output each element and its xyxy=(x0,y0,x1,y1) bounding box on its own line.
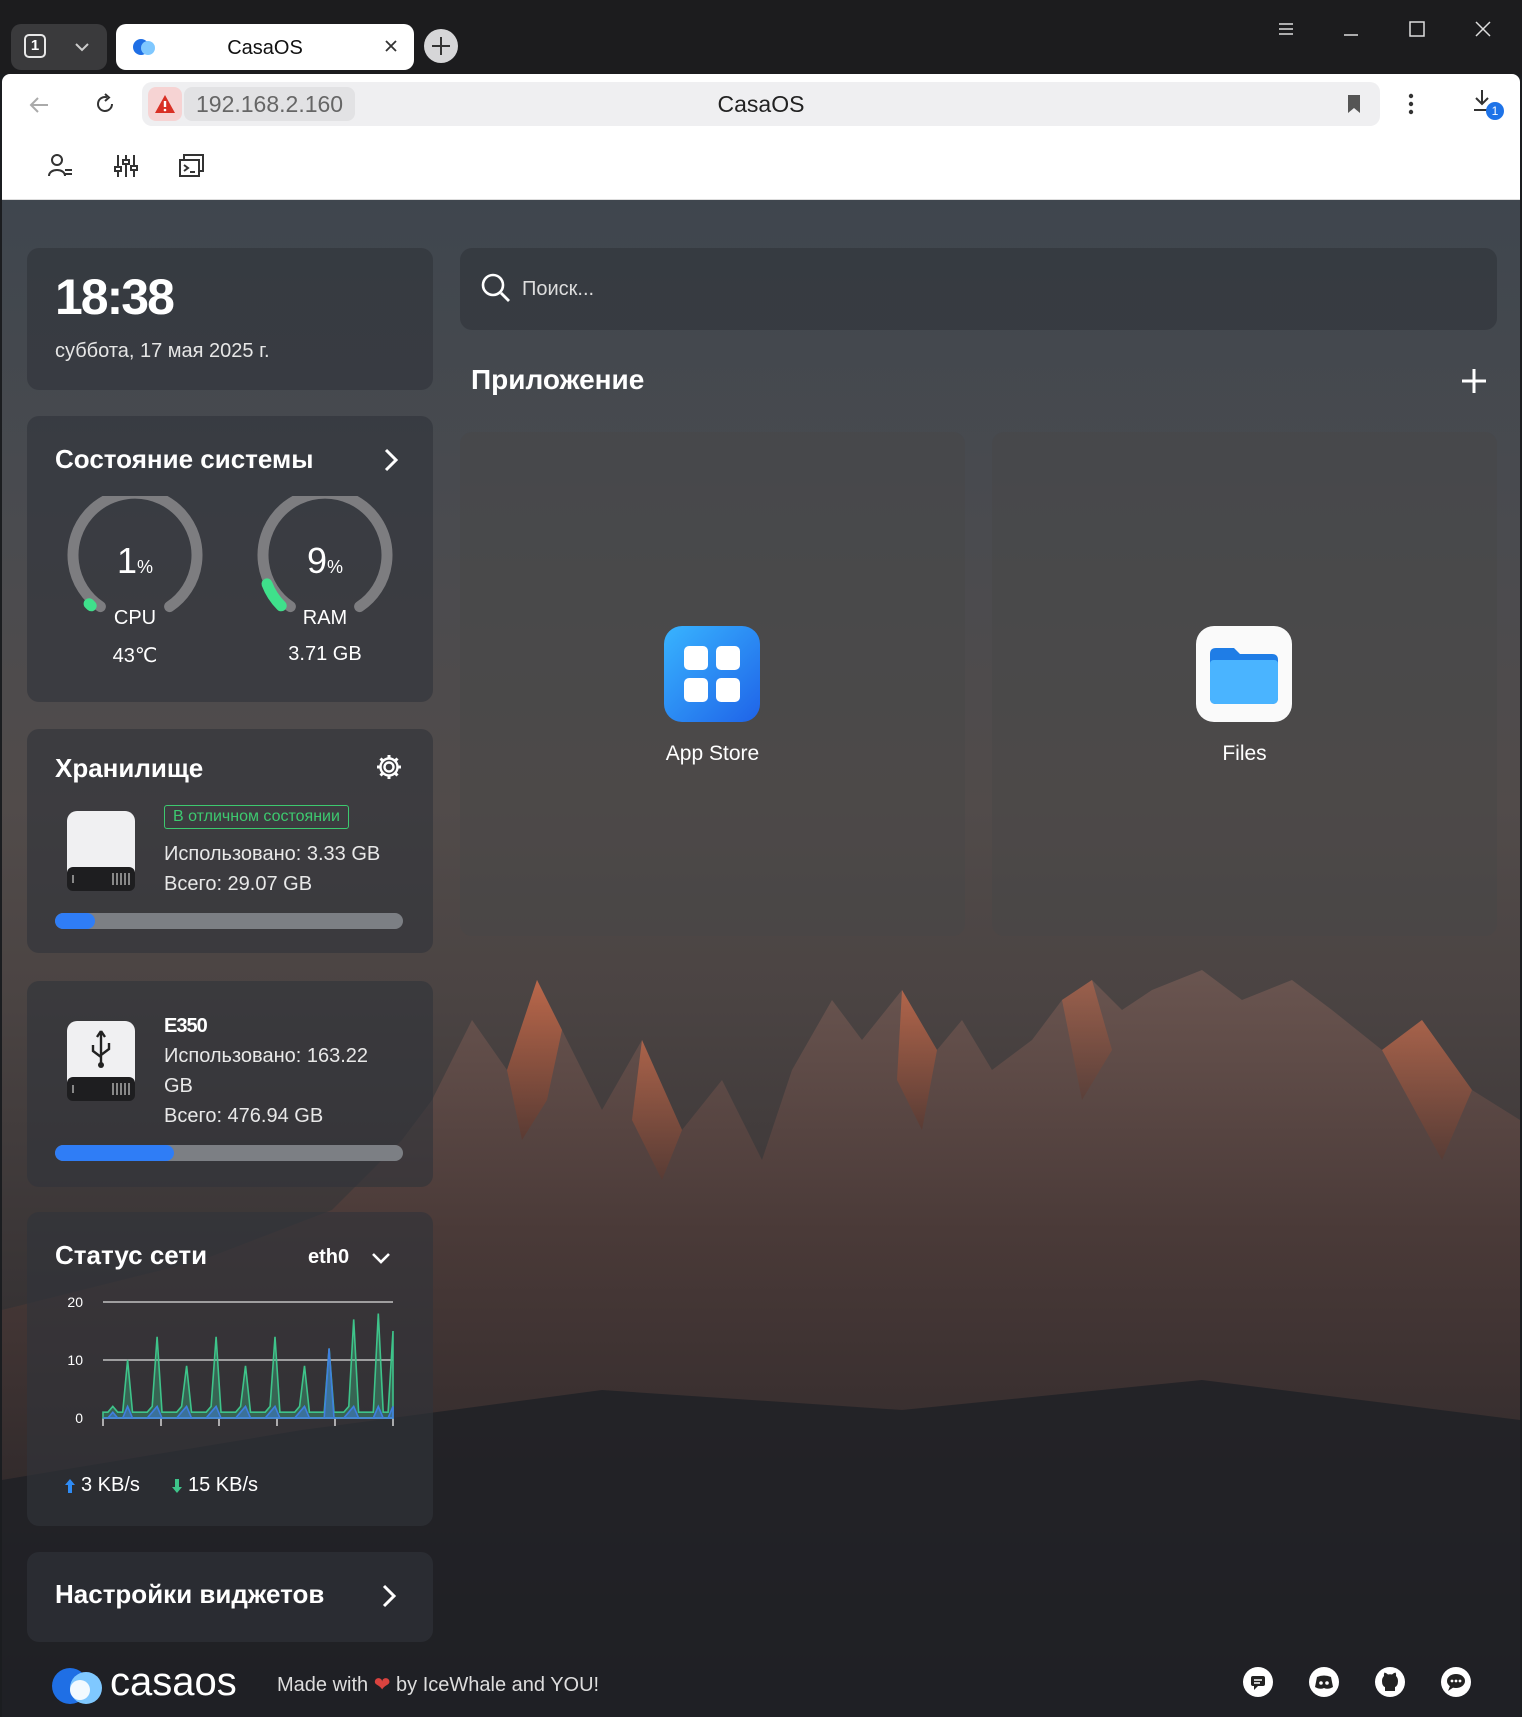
browser-tab-bar: 1 CasaOS xyxy=(0,0,1522,74)
chevron-down-icon[interactable] xyxy=(369,1246,393,1270)
ram-usage: 3.71 GB xyxy=(288,643,362,665)
cpu-value: 1% xyxy=(116,540,154,581)
chart-y-tick-label: 10 xyxy=(67,1352,83,1368)
casaos-logo-icon xyxy=(52,1668,102,1704)
settings-sliders-icon[interactable] xyxy=(112,152,140,180)
files-folder-icon xyxy=(1196,626,1292,722)
storage-widget: Хранилище В отличном состоянии Использов… xyxy=(27,729,433,953)
usb-drive-name: E350 xyxy=(164,1015,208,1037)
widget-settings-button[interactable]: Настройки виджетов xyxy=(27,1552,433,1642)
network-traffic-chart: 0 10 20 xyxy=(67,1294,394,1426)
storage-health-badge: В отличном состоянии xyxy=(164,805,349,829)
omnibox[interactable]: 192.168.2.160 CasaOS xyxy=(142,82,1380,126)
reload-icon[interactable] xyxy=(92,91,118,117)
storage-total: Всего: 29.07 GB xyxy=(164,873,313,895)
new-tab-button[interactable] xyxy=(424,29,458,63)
discord-icon[interactable] xyxy=(1308,1666,1340,1698)
community-chat-icon[interactable] xyxy=(1440,1666,1472,1698)
github-icon[interactable] xyxy=(1374,1666,1406,1698)
ram-gauge: 9% RAM 3.71 GB xyxy=(255,487,395,666)
app-name: Files xyxy=(1222,742,1267,765)
heart-icon: ❤ xyxy=(373,1674,391,1696)
ram-value: 9% xyxy=(306,540,344,581)
chevron-right-icon[interactable] xyxy=(379,446,403,474)
add-app-icon[interactable] xyxy=(1459,366,1489,396)
footer-brand: casaos xyxy=(110,1660,237,1704)
address-bar: 192.168.2.160 CasaOS 1 xyxy=(2,74,1520,134)
storage-usage-fill xyxy=(55,913,96,929)
gear-icon[interactable] xyxy=(375,753,403,781)
address-page-title: CasaOS xyxy=(717,91,805,117)
download-arrow-icon xyxy=(172,1479,182,1493)
footer-credits: Made with ❤ by IceWhale and YOU! xyxy=(277,1674,600,1696)
cpu-label: CPU xyxy=(113,607,157,629)
clock-date: суббота, 17 мая 2025 г. xyxy=(55,340,270,362)
usb-used-line2: GB xyxy=(164,1075,193,1097)
network-status-widget: Статус сети eth0 0 10 20 3 KB/s 15 KB/s xyxy=(27,1212,433,1526)
usb-total: Всего: 476.94 GB xyxy=(164,1105,324,1127)
downloads-button[interactable]: 1 xyxy=(1468,86,1508,122)
cpu-gauge-fill xyxy=(83,598,97,612)
tab-title: CasaOS xyxy=(227,37,303,59)
upload-arrow-icon xyxy=(65,1479,75,1493)
more-vert-icon[interactable] xyxy=(1398,91,1424,117)
app-tile-app-store[interactable]: App Store xyxy=(460,432,965,936)
app-tile-files[interactable]: Files xyxy=(992,432,1497,936)
cpu-temperature: 43℃ xyxy=(112,645,158,667)
minimize-icon[interactable] xyxy=(1340,18,1362,40)
system-status-title: Состояние системы xyxy=(55,444,314,474)
search-icon xyxy=(481,273,510,302)
footer: casaos Made with ❤ by IceWhale and YOU! xyxy=(2,1652,1520,1717)
storage-title: Хранилище xyxy=(55,753,204,783)
download-speed: 15 KB/s xyxy=(188,1474,259,1496)
storage-used: Использовано: 3.33 GB xyxy=(164,843,381,865)
close-icon[interactable] xyxy=(382,37,400,55)
ram-label: RAM xyxy=(302,607,348,629)
chart-series-area-download xyxy=(102,1313,394,1419)
window-close-icon[interactable] xyxy=(1472,18,1494,40)
widget-settings-title: Настройки виджетов xyxy=(55,1579,325,1609)
downloads-badge: 1 xyxy=(1486,102,1504,120)
feedback-chat-icon[interactable] xyxy=(1242,1666,1274,1698)
active-tab[interactable]: CasaOS xyxy=(116,24,414,70)
chevron-down-icon xyxy=(75,43,89,52)
cpu-gauge: 1% CPU 43℃ xyxy=(65,487,205,667)
plus-icon xyxy=(432,37,450,55)
clock-widget: 18:38 суббота, 17 мая 2025 г. xyxy=(27,248,433,390)
app-store-icon xyxy=(664,626,760,722)
usb-storage-widget: E350 Использовано: 163.22 GB Всего: 476.… xyxy=(27,981,433,1187)
usb-usage-fill xyxy=(55,1145,175,1161)
usb-used-line1: Использовано: 163.22 xyxy=(164,1045,369,1067)
terminal-icon[interactable] xyxy=(178,152,206,180)
storage-usage-bar xyxy=(55,913,403,929)
menu-icon[interactable] xyxy=(1275,18,1297,40)
maximize-icon[interactable] xyxy=(1406,18,1428,40)
tab-count: 1 xyxy=(24,34,46,58)
network-interface-select[interactable]: eth0 xyxy=(308,1246,349,1269)
search-input[interactable]: Поиск... xyxy=(522,278,594,301)
usb-drive-icon xyxy=(67,1021,135,1101)
usb-usage-bar xyxy=(55,1145,403,1161)
system-status-widget: Состояние системы 1% CPU 43℃ 9% RAM 3.71… xyxy=(27,416,433,702)
casaos-top-toolbar xyxy=(2,134,1520,200)
clock-time: 18:38 xyxy=(55,269,175,325)
back-arrow-icon[interactable] xyxy=(26,92,52,118)
hard-drive-icon xyxy=(67,811,135,891)
tab-switcher-button[interactable]: 1 xyxy=(11,24,107,70)
network-title: Статус сети xyxy=(55,1240,208,1270)
bookmark-icon[interactable] xyxy=(1344,93,1364,115)
apps-section-title: Приложение xyxy=(471,364,645,395)
casaos-dashboard: 18:38 суббота, 17 мая 2025 г. Состояние … xyxy=(2,200,1520,1717)
app-name: App Store xyxy=(665,742,760,765)
chart-y-tick-label: 20 xyxy=(67,1294,83,1310)
chart-y-tick-label: 0 xyxy=(75,1410,83,1426)
chevron-right-icon xyxy=(382,1584,397,1608)
search-bar[interactable]: Поиск... xyxy=(460,248,1497,330)
upload-speed: 3 KB/s xyxy=(81,1474,140,1496)
user-settings-icon[interactable] xyxy=(46,152,74,180)
